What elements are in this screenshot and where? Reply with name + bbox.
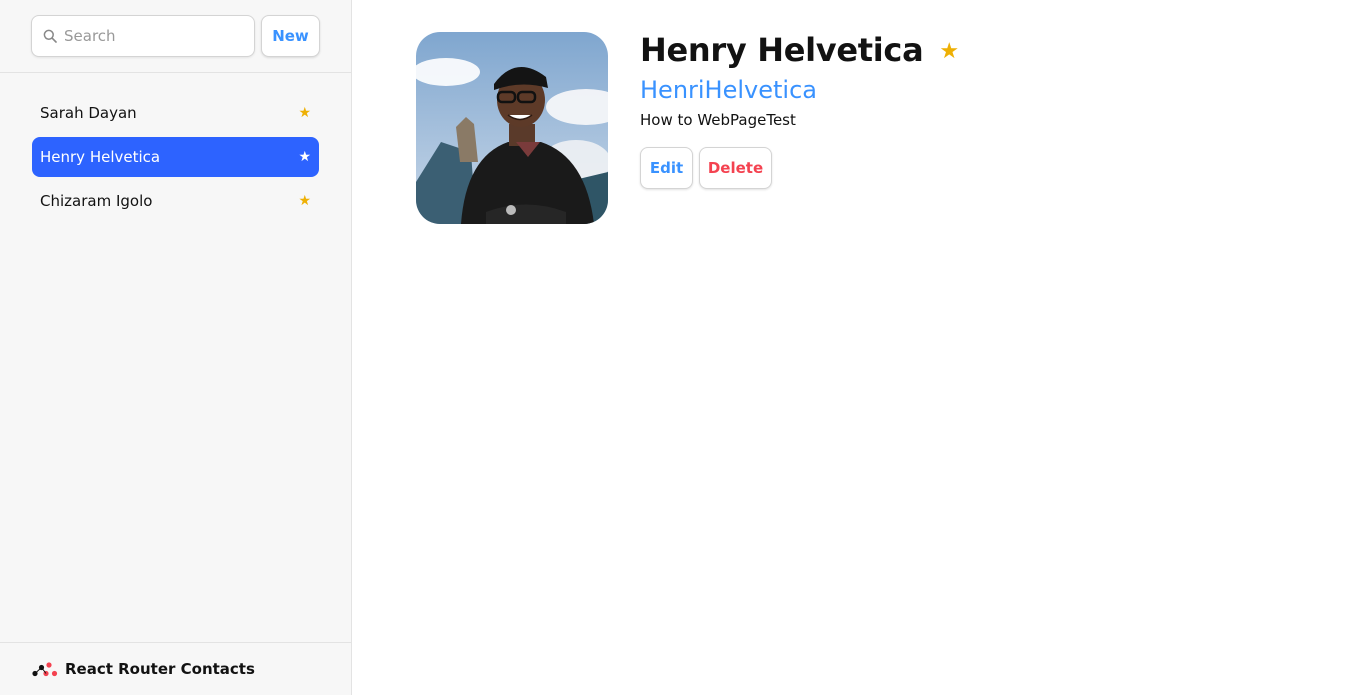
contact-item-henry-helvetica[interactable]: Henry Helvetica ★ — [32, 137, 319, 177]
contact-item-chizaram-igolo[interactable]: Chizaram Igolo ★ — [32, 181, 319, 221]
avatar-photo — [416, 32, 608, 224]
new-contact-button[interactable]: New — [261, 15, 320, 57]
contact-list: Sarah Dayan ★ Henry Helvetica ★ Chizaram… — [32, 93, 319, 225]
contact-name-row: Henry Helvetica ★ — [640, 31, 959, 69]
react-router-logo-icon — [32, 662, 58, 677]
delete-button[interactable]: Delete — [699, 147, 772, 189]
contact-detail: Henry Helvetica ★ HenriHelvetica How to … — [352, 0, 1366, 695]
search-icon — [43, 29, 57, 43]
favorite-toggle-star-icon[interactable]: ★ — [939, 39, 959, 64]
contact-name-heading: Henry Helvetica — [640, 31, 924, 69]
favorite-star-icon: ★ — [298, 193, 311, 209]
sidebar: New Sarah Dayan ★ Henry Helvetica ★ Chiz… — [0, 0, 352, 695]
contact-name: Sarah Dayan — [40, 104, 137, 122]
edit-button[interactable]: Edit — [640, 147, 693, 189]
sidebar-footer: React Router Contacts — [0, 642, 351, 695]
twitter-handle-link[interactable]: HenriHelvetica — [640, 76, 817, 104]
favorite-star-icon: ★ — [298, 149, 311, 165]
app-title: React Router Contacts — [65, 660, 255, 678]
contact-name: Chizaram Igolo — [40, 192, 153, 210]
contact-avatar — [416, 32, 608, 224]
search-bar: New — [0, 0, 351, 73]
search-box[interactable] — [31, 15, 255, 57]
contact-item-sarah-dayan[interactable]: Sarah Dayan ★ — [32, 93, 319, 133]
contact-name: Henry Helvetica — [40, 148, 161, 166]
favorite-star-icon: ★ — [298, 105, 311, 121]
contact-notes: How to WebPageTest — [640, 111, 796, 129]
search-input[interactable] — [64, 27, 244, 45]
